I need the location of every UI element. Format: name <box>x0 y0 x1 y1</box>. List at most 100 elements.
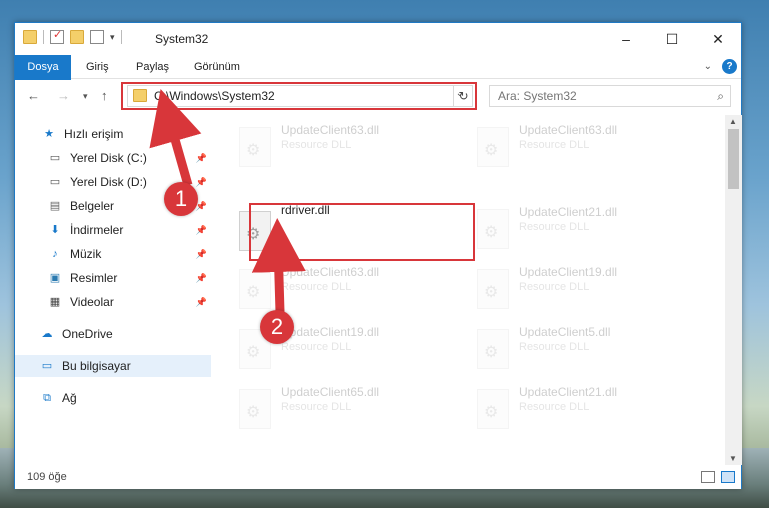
pin-icon: 📌 <box>195 248 207 259</box>
customize-toolbar-icon[interactable] <box>90 30 104 44</box>
properties-icon[interactable] <box>50 28 64 44</box>
search-icon[interactable]: ⌕ <box>717 89 724 104</box>
dll-file-icon <box>477 269 509 309</box>
dll-file-icon <box>239 269 271 309</box>
sidebar-item-downloads[interactable]: ⬇ İndirmeler 📌 <box>15 219 211 241</box>
download-icon: ⬇ <box>50 224 60 236</box>
file-highlight-box <box>249 203 475 261</box>
star-icon: ★ <box>44 128 54 140</box>
forward-arrow-icon[interactable]: → <box>57 88 70 103</box>
sidebar-item-this-pc[interactable]: ▭ Bu bilgisayar <box>15 355 211 377</box>
divider <box>120 30 122 44</box>
file-name: UpdateClient63.dll <box>281 265 380 279</box>
up-arrow-icon[interactable]: ↑ <box>101 88 108 103</box>
video-icon: ▦ <box>49 296 61 308</box>
sidebar-item-quick-access[interactable]: ★ Hızlı erişim <box>15 123 211 145</box>
pin-icon: 📌 <box>195 272 207 283</box>
sidebar-item-label: Resimler <box>70 271 118 285</box>
large-icons-view-icon[interactable] <box>721 471 735 483</box>
sidebar-item-label: OneDrive <box>62 327 113 341</box>
details-view-icon[interactable] <box>701 471 715 483</box>
sidebar-item-pictures[interactable]: ▣ Resimler 📌 <box>15 267 211 289</box>
status-bar: 109 öğe <box>15 468 741 489</box>
file-type: Resource DLL <box>281 401 352 413</box>
folder-icon <box>23 30 37 44</box>
sidebar-item-label: İndirmeler <box>70 223 124 237</box>
cloud-icon: ☁ <box>41 328 53 340</box>
pin-icon: 📌 <box>195 224 207 235</box>
search-input[interactable] <box>490 86 700 106</box>
sidebar-item-network[interactable]: ⧉ Ağ <box>15 387 211 409</box>
scroll-up-icon[interactable]: ▲ <box>729 117 737 126</box>
tab-view[interactable]: Görünüm <box>194 55 240 79</box>
drive-icon: ▭ <box>49 152 61 164</box>
window-title: System32 <box>155 32 209 46</box>
file-list: UpdateClient63.dll Resource DLL rdriver.… <box>213 115 723 465</box>
sidebar-item-label: Müzik <box>70 247 102 261</box>
step-1-marker: 1 <box>164 182 198 216</box>
tab-home[interactable]: Giriş <box>86 55 109 79</box>
sidebar-item-label: Belgeler <box>70 199 115 213</box>
new-folder-icon[interactable] <box>70 30 84 44</box>
file-type: Resource DLL <box>519 139 590 151</box>
file-name: UpdateClient63.dll <box>519 123 618 137</box>
list-item[interactable]: UpdateClient21.dll Resource DLL <box>471 383 701 437</box>
file-name: UpdateClient63.dll <box>281 123 380 137</box>
music-icon: ♪ <box>52 248 58 260</box>
scroll-down-icon[interactable]: ▼ <box>729 454 737 463</box>
sidebar-item-label: Videolar <box>70 295 114 309</box>
list-item[interactable]: UpdateClient65.dll Resource DLL <box>233 383 463 437</box>
ribbon-tabs: Dosya Giriş Paylaş Görünüm ⌄ ? <box>15 55 741 109</box>
file-type: Resource DLL <box>281 139 352 151</box>
file-name: UpdateClient5.dll <box>519 325 611 339</box>
close-button[interactable]: ✕ <box>695 23 741 55</box>
back-arrow-icon[interactable]: ← <box>27 88 40 103</box>
file-type: Resource DLL <box>519 341 590 353</box>
help-icon[interactable]: ? <box>722 59 737 74</box>
chevron-down-icon[interactable]: ▾ <box>110 32 115 43</box>
tab-share[interactable]: Paylaş <box>136 55 169 79</box>
file-name: UpdateClient65.dll <box>281 385 380 399</box>
file-type: Resource DLL <box>281 341 352 353</box>
file-type: Resource DLL <box>519 281 590 293</box>
file-name: UpdateClient21.dll <box>519 385 618 399</box>
maximize-button[interactable]: ☐ <box>649 23 695 55</box>
expand-ribbon-icon[interactable]: ⌄ <box>704 61 712 72</box>
file-type: Resource DLL <box>519 221 590 233</box>
file-type: Resource DLL <box>281 281 352 293</box>
dll-file-icon <box>239 127 271 167</box>
search-box[interactable]: ⌕ <box>489 85 731 107</box>
sidebar-item-videos[interactable]: ▦ Videolar 📌 <box>15 291 211 313</box>
dll-file-icon <box>477 209 509 249</box>
item-count: 109 öğe <box>27 471 67 483</box>
list-item[interactable]: UpdateClient5.dll Resource DLL <box>471 323 701 377</box>
navigation-pane: ★ Hızlı erişim ▭ Yerel Disk (C:) 📌 ▭ Yer… <box>15 115 211 465</box>
minimize-button[interactable]: – <box>603 23 649 55</box>
scrollbar-thumb[interactable] <box>728 129 739 189</box>
drive-icon: ▭ <box>49 176 61 188</box>
pin-icon: 📌 <box>195 176 207 187</box>
list-item[interactable]: UpdateClient19.dll Resource DLL <box>471 263 701 317</box>
sidebar-item-label: Yerel Disk (D:) <box>70 175 147 189</box>
divider <box>43 30 44 44</box>
address-highlight-box <box>121 82 477 110</box>
quick-access-toolbar: ▾ <box>23 28 122 44</box>
vertical-scrollbar[interactable]: ▲ ▼ <box>725 115 742 465</box>
title-bar: ▾ System32 – ☐ ✕ <box>15 23 741 55</box>
list-item[interactable]: UpdateClient21.dll Resource DLL <box>471 203 701 257</box>
file-name: UpdateClient21.dll <box>519 205 618 219</box>
list-item[interactable]: UpdateClient63.dll Resource DLL <box>471 121 701 175</box>
dll-file-icon <box>477 329 509 369</box>
sidebar-item-music[interactable]: ♪ Müzik 📌 <box>15 243 211 265</box>
file-name: UpdateClient19.dll <box>281 325 380 339</box>
dll-file-icon <box>477 389 509 429</box>
list-item[interactable]: UpdateClient63.dll Resource DLL <box>233 121 463 175</box>
computer-icon: ▭ <box>41 360 53 372</box>
recent-locations-icon[interactable]: ▾ <box>83 91 88 102</box>
file-type: Resource DLL <box>519 401 590 413</box>
list-item[interactable]: UpdateClient63.dll Resource DLL <box>233 263 463 317</box>
file-name: UpdateClient19.dll <box>519 265 618 279</box>
pin-icon: 📌 <box>195 296 207 307</box>
sidebar-item-local-disk-c[interactable]: ▭ Yerel Disk (C:) 📌 <box>15 147 211 169</box>
sidebar-item-onedrive[interactable]: ☁ OneDrive <box>15 323 211 345</box>
